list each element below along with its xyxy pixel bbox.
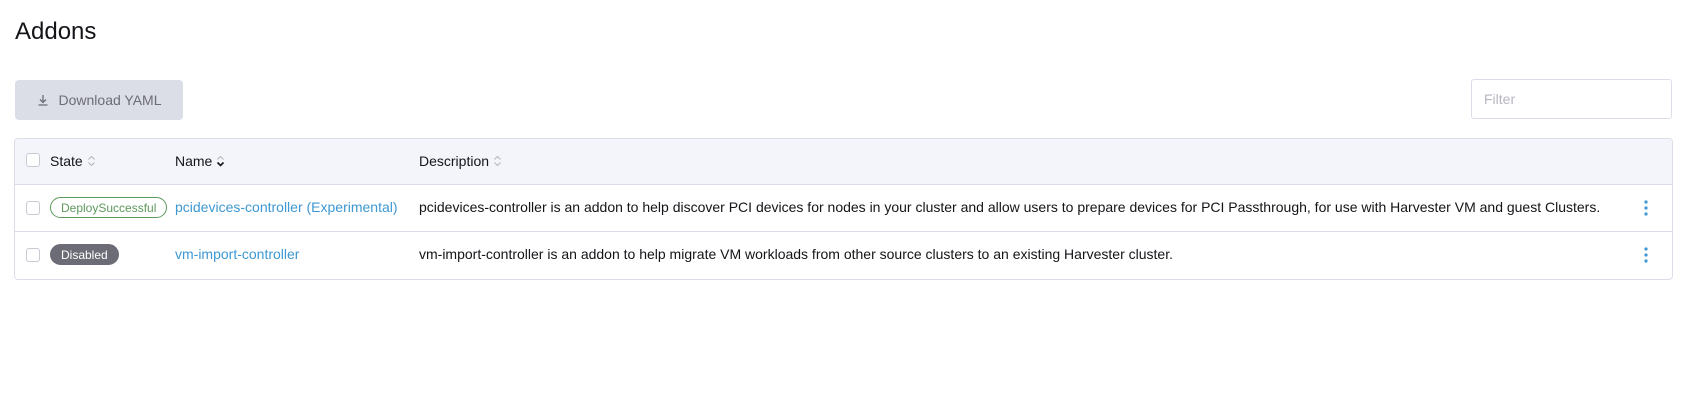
- column-header-name[interactable]: Name: [175, 153, 225, 169]
- sort-icon: [493, 155, 502, 167]
- addons-page: Addons Download YAML State Name: [0, 0, 1685, 407]
- row-checkbox[interactable]: [26, 201, 40, 215]
- download-yaml-label: Download YAML: [58, 92, 162, 108]
- addon-description: pcidevices-controller is an addon to hel…: [419, 199, 1601, 215]
- status-badge: DeploySuccessful: [50, 197, 168, 218]
- addon-name-link[interactable]: vm-import-controller: [175, 246, 299, 262]
- download-yaml-button[interactable]: Download YAML: [15, 80, 183, 120]
- table-row[interactable]: Disabled vm-import-controller vm-import-…: [15, 232, 1672, 279]
- status-badge: Disabled: [50, 244, 119, 265]
- select-all-checkbox[interactable]: [26, 153, 40, 167]
- column-header-state[interactable]: State: [50, 153, 96, 169]
- addon-description: vm-import-controller is an addon to help…: [419, 246, 1173, 262]
- more-actions-icon[interactable]: [1638, 244, 1654, 266]
- table-row[interactable]: DeploySuccessful pcidevices-controller (…: [15, 185, 1672, 232]
- download-icon: [37, 94, 49, 106]
- table-header: State Name Description: [15, 139, 1672, 185]
- filter-input[interactable]: [1471, 79, 1672, 119]
- row-checkbox[interactable]: [26, 248, 40, 262]
- addons-table: State Name Description DeploySuccessful …: [14, 138, 1673, 280]
- sort-active-icon: [216, 155, 225, 167]
- more-actions-icon[interactable]: [1638, 197, 1654, 219]
- column-header-description[interactable]: Description: [419, 153, 502, 169]
- addon-name-link[interactable]: pcidevices-controller (Experimental): [175, 199, 398, 215]
- sort-icon: [87, 155, 96, 167]
- page-title: Addons: [15, 18, 97, 45]
